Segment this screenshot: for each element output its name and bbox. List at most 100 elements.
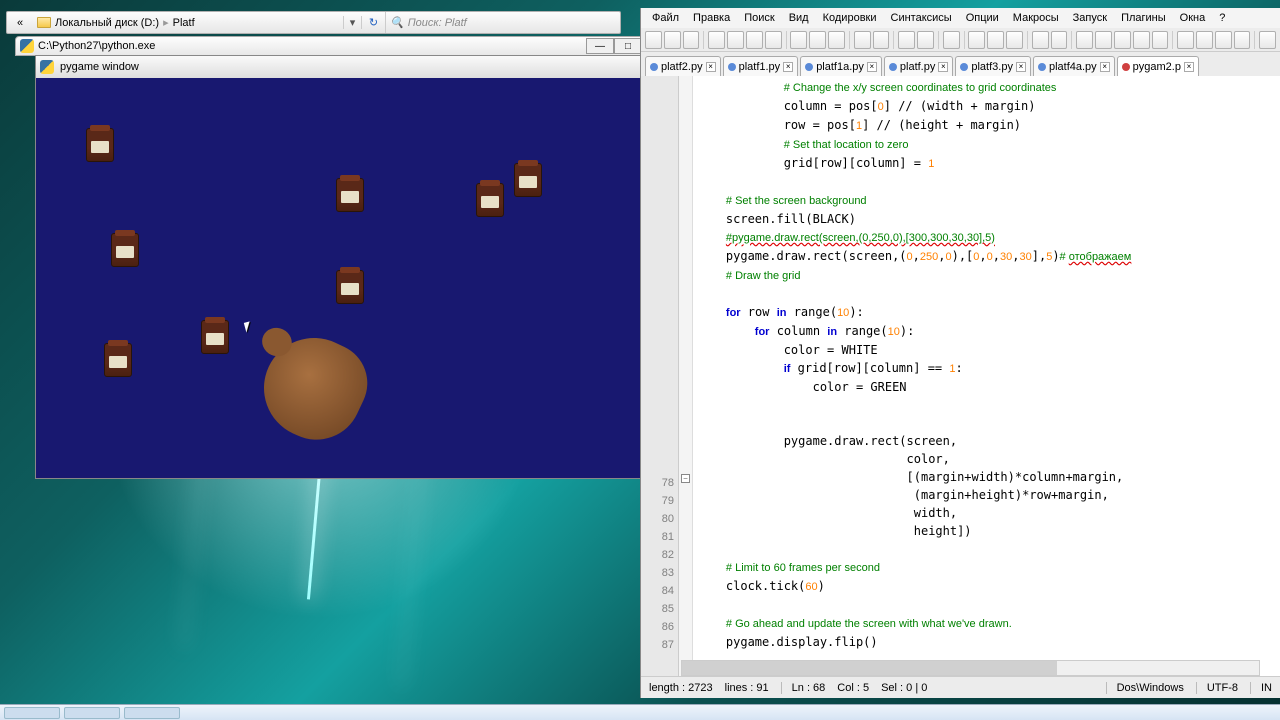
code-area[interactable]: # Change the x/y screen coordinates to g… (693, 76, 1280, 676)
search-placeholder: Поиск: Platf (408, 17, 467, 29)
toolbar-icon[interactable] (683, 31, 700, 49)
toolbar-icon[interactable] (968, 31, 985, 49)
tab-close-icon[interactable]: × (706, 62, 716, 72)
toolbar-separator (938, 31, 939, 49)
code-editor[interactable]: 78798081828384858687 − # Change the x/y … (641, 76, 1280, 676)
search-input[interactable]: 🔍 Поиск: Platf (385, 12, 620, 33)
toolbar-icon[interactable] (1177, 31, 1194, 49)
tab-close-icon[interactable]: × (1100, 62, 1110, 72)
toolbar-icon[interactable] (873, 31, 890, 49)
menu-item[interactable]: Окна (1173, 10, 1213, 26)
tab-close-icon[interactable]: × (938, 62, 948, 72)
toolbar-icon[interactable] (1095, 31, 1112, 49)
menu-item[interactable]: Опции (959, 10, 1006, 26)
toolbar-icon[interactable] (943, 31, 960, 49)
toolbar-icon[interactable] (1259, 31, 1276, 49)
status-lines: lines : 91 (725, 682, 769, 694)
menu-item[interactable]: Синтаксисы (884, 10, 959, 26)
explorer-address-bar: « Локальный диск (D:) ▸ Platf ▾ ↻ 🔍 Поис… (6, 11, 621, 34)
horizontal-scrollbar[interactable] (681, 660, 1260, 676)
toolbar-icon[interactable] (828, 31, 845, 49)
menu-item[interactable]: Файл (645, 10, 686, 26)
breadcrumb-item[interactable]: Platf (173, 17, 195, 29)
toolbar-icon[interactable] (1133, 31, 1150, 49)
toolbar-icon[interactable] (1152, 31, 1169, 49)
taskbar-item[interactable] (4, 707, 60, 719)
tab-close-icon[interactable]: × (867, 62, 877, 72)
toolbar-icon[interactable] (1032, 31, 1049, 49)
toolbar-icon[interactable] (727, 31, 744, 49)
toolbar-icon[interactable] (1215, 31, 1232, 49)
menu-item[interactable]: ? (1212, 10, 1232, 26)
toolbar-separator (1254, 31, 1255, 49)
editor-tab[interactable]: pygam2.p× (1117, 56, 1199, 76)
toolbar-icon[interactable] (854, 31, 871, 49)
editor-tab[interactable]: platf4a.py× (1033, 56, 1115, 76)
jar-sprite (336, 178, 364, 212)
toolbar-icon[interactable] (708, 31, 725, 49)
toolbar-separator (849, 31, 850, 49)
taskbar-item[interactable] (64, 707, 120, 719)
toolbar-icon[interactable] (1006, 31, 1023, 49)
toolbar-icon[interactable] (898, 31, 915, 49)
taskbar[interactable] (0, 704, 1280, 720)
menu-item[interactable]: Правка (686, 10, 737, 26)
editor-tab[interactable]: platf3.py× (955, 56, 1031, 76)
fold-gutter[interactable]: − (679, 76, 693, 676)
menu-item[interactable]: Вид (782, 10, 816, 26)
toolbar-icon[interactable] (664, 31, 681, 49)
menu-item[interactable]: Макросы (1006, 10, 1066, 26)
refresh-icon[interactable]: ↻ (361, 16, 385, 29)
toolbar-icon[interactable] (917, 31, 934, 49)
line-number: 79 (641, 492, 674, 510)
fold-collapse-icon[interactable]: − (681, 474, 690, 483)
scrollbar-thumb[interactable] (682, 661, 1057, 675)
nav-back-icon[interactable]: « (7, 14, 33, 32)
pygame-titlebar[interactable]: pygame window — □ ✕ (36, 56, 737, 78)
toolbar-icon[interactable] (1114, 31, 1131, 49)
menu-item[interactable]: Кодировки (816, 10, 884, 26)
editor-tab[interactable]: platf1.py× (723, 56, 799, 76)
toolbar-icon[interactable] (1196, 31, 1213, 49)
tab-status-icon (728, 63, 736, 71)
bear-sprite (248, 322, 381, 455)
toolbar-separator (893, 31, 894, 49)
toolbar-icon[interactable] (765, 31, 782, 49)
line-number: 87 (641, 636, 674, 654)
tab-label: platf2.py (661, 61, 703, 73)
status-length: length : 2723 (649, 682, 713, 694)
breadcrumb-dropdown[interactable]: ▾ (343, 16, 361, 29)
toolbar-icon[interactable] (1234, 31, 1251, 49)
breadcrumb[interactable]: Локальный диск (D:) ▸ Platf (33, 16, 343, 29)
toolbar-icon[interactable] (746, 31, 763, 49)
status-eol: Dos\Windows (1106, 682, 1184, 694)
toolbar (641, 28, 1280, 52)
minimize-button[interactable]: — (586, 38, 614, 54)
game-canvas[interactable] (36, 78, 737, 478)
taskbar-item[interactable] (124, 707, 180, 719)
tab-close-icon[interactable]: × (783, 62, 793, 72)
line-number: 84 (641, 582, 674, 600)
jar-sprite (86, 128, 114, 162)
tab-label: platf1.py (739, 61, 781, 73)
toolbar-icon[interactable] (790, 31, 807, 49)
editor-tab[interactable]: platf.py× (884, 56, 953, 76)
toolbar-separator (1172, 31, 1173, 49)
toolbar-icon[interactable] (1076, 31, 1093, 49)
python-icon (40, 60, 54, 74)
editor-tab[interactable]: platf1a.py× (800, 56, 882, 76)
toolbar-icon[interactable] (645, 31, 662, 49)
menu-item[interactable]: Поиск (737, 10, 781, 26)
toolbar-icon[interactable] (1051, 31, 1068, 49)
folder-icon (37, 17, 51, 28)
editor-tab[interactable]: platf2.py× (645, 56, 721, 76)
menu-item[interactable]: Плагины (1114, 10, 1173, 26)
toolbar-icon[interactable] (809, 31, 826, 49)
line-number-gutter: 78798081828384858687 (641, 76, 679, 676)
tab-close-icon[interactable]: × (1184, 62, 1194, 72)
toolbar-icon[interactable] (987, 31, 1004, 49)
tab-close-icon[interactable]: × (1016, 62, 1026, 72)
breadcrumb-item[interactable]: Локальный диск (D:) (55, 17, 159, 29)
menu-item[interactable]: Запуск (1066, 10, 1114, 26)
maximize-button[interactable]: □ (614, 38, 642, 54)
